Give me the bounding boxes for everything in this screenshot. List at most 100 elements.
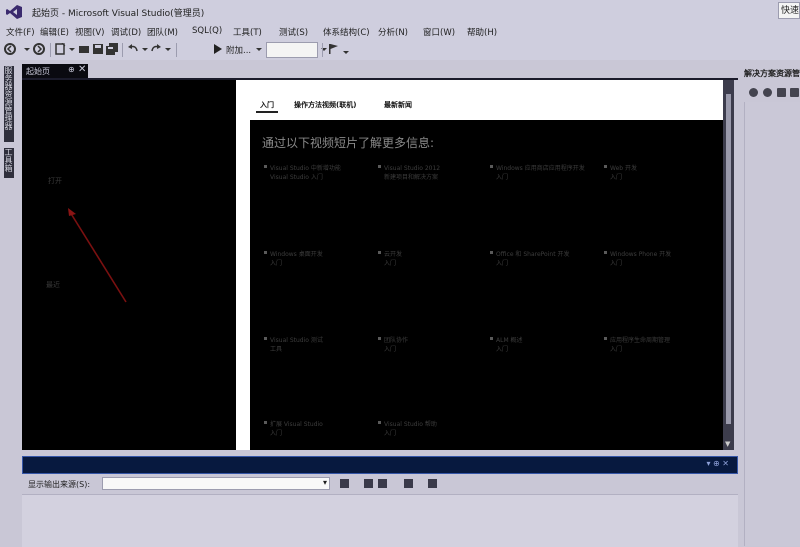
video-subtitle: 入门 <box>496 174 509 181</box>
video-title: Windows 桌面开发 <box>270 251 323 258</box>
video-link[interactable]: ALM 概述 入门 <box>490 336 523 354</box>
menu-tools[interactable]: 工具(T) <box>233 26 262 38</box>
menu-debug[interactable]: 调试(D) <box>111 26 141 38</box>
attach-button[interactable]: 附加... <box>226 44 251 56</box>
menu-help[interactable]: 帮助(H) <box>467 26 497 38</box>
tab-how-to-videos[interactable]: 操作方法视频(联机) <box>294 100 356 110</box>
video-link[interactable]: Visual Studio 测试 工具 <box>264 336 323 354</box>
back-dropdown-icon[interactable] <box>21 43 33 55</box>
video-title: Visual Studio 帮助 <box>384 421 437 428</box>
menu-edit[interactable]: 编辑(E) <box>40 26 69 38</box>
start-page-content: 入门 操作方法视频(联机) 最新新闻 通过以下视频短片了解更多信息: Visua… <box>236 80 723 450</box>
go-to-next-icon[interactable] <box>378 479 387 488</box>
video-subtitle: 入门 <box>270 430 283 437</box>
open-project-link[interactable]: 打开 <box>48 176 62 186</box>
video-link[interactable]: Windows 桌面开发 入门 <box>264 250 323 268</box>
video-link[interactable]: Windows Phone 开发 入门 <box>604 250 671 268</box>
video-title: 应用程序生命周期管理 <box>610 337 671 344</box>
redo-dropdown-icon[interactable] <box>162 43 174 55</box>
toolbar-separator <box>176 43 177 57</box>
video-subtitle: 入门 <box>384 260 397 267</box>
go-to-previous-icon[interactable] <box>364 479 373 488</box>
new-project-dropdown-icon[interactable] <box>66 43 78 55</box>
server-explorer-tab[interactable]: 服务器资源管理器 <box>4 66 14 142</box>
videos-section: 通过以下视频短片了解更多信息: Visual Studio 中新增功能 Visua… <box>250 120 723 450</box>
video-icon <box>264 165 267 168</box>
menu-view[interactable]: 视图(V) <box>75 26 104 38</box>
word-wrap-icon[interactable] <box>428 479 437 488</box>
video-title: ALM 概述 <box>496 337 523 344</box>
start-page: 打开 最近 入门 操作方法视频(联机) 最新新闻 通过以下视频短片了解更多信息:… <box>22 80 734 450</box>
scroll-down-icon[interactable]: ▼ <box>725 440 730 448</box>
start-page-left-panel: 打开 最近 <box>22 80 236 450</box>
standard-toolbar: 附加... <box>0 40 800 60</box>
title-bar: 起始页 - Microsoft Visual Studio(管理员) 快速 <box>0 0 800 24</box>
open-file-icon[interactable] <box>78 43 90 55</box>
video-link[interactable]: Web 开发 入门 <box>604 164 637 182</box>
home-icon[interactable] <box>777 88 786 97</box>
video-link[interactable]: 云开发 入门 <box>378 250 402 268</box>
video-title: Office 和 SharePoint 开发 <box>496 251 570 258</box>
back-icon[interactable] <box>4 43 16 55</box>
quick-launch-input[interactable]: 快速 <box>778 2 800 19</box>
menu-team[interactable]: 团队(M) <box>147 26 178 38</box>
back-icon[interactable] <box>749 88 758 97</box>
video-subtitle: Visual Studio 入门 <box>270 174 323 181</box>
solution-explorer-tree[interactable] <box>744 102 800 546</box>
menu-window[interactable]: 窗口(W) <box>423 26 455 38</box>
solution-configuration-select[interactable] <box>266 42 318 58</box>
window-title: 起始页 - Microsoft Visual Studio(管理员) <box>32 9 205 19</box>
menu-architecture[interactable]: 体系结构(C) <box>323 26 370 38</box>
output-source-select[interactable]: ▾ <box>102 477 330 490</box>
output-text-area[interactable] <box>22 494 738 547</box>
video-link[interactable]: 扩展 Visual Studio 入门 <box>264 420 323 438</box>
video-link[interactable]: 团队协作 入门 <box>378 336 408 354</box>
video-subtitle: 新建项目和解决方案 <box>384 174 439 181</box>
menu-bar: 文件(F) 编辑(E) 视图(V) 调试(D) 团队(M) SQL(Q) 工具(… <box>0 24 800 40</box>
annotation-arrow <box>68 208 127 303</box>
toolbar-options-icon[interactable] <box>340 46 352 58</box>
video-link[interactable]: Visual Studio 2012 新建项目和解决方案 <box>378 164 440 182</box>
find-flag-icon[interactable] <box>328 43 340 55</box>
video-link[interactable]: Windows 应用商店应用程序开发 入门 <box>490 164 585 182</box>
new-project-icon[interactable] <box>54 43 66 55</box>
output-panel-window-controls[interactable]: ▾ ⊕ ✕ <box>706 459 729 468</box>
active-tab-indicator <box>256 111 278 113</box>
close-icon[interactable]: ✕ <box>78 64 86 75</box>
video-icon <box>378 337 381 340</box>
video-title: Windows 应用商店应用程序开发 <box>496 165 585 172</box>
video-link[interactable]: 应用程序生命周期管理 入门 <box>604 336 671 354</box>
undo-icon[interactable] <box>127 43 139 55</box>
menu-analyze[interactable]: 分析(N) <box>378 26 408 38</box>
pin-icon[interactable]: ⊕ <box>68 65 75 74</box>
video-link[interactable]: Visual Studio 中新增功能 Visual Studio 入门 <box>264 164 341 182</box>
video-icon <box>264 337 267 340</box>
menu-test[interactable]: 测试(S) <box>279 26 308 38</box>
tab-start-page[interactable]: 起始页 ⊕ ✕ <box>22 64 88 78</box>
video-icon <box>264 421 267 424</box>
save-all-icon[interactable] <box>106 43 118 55</box>
attach-dropdown-icon[interactable] <box>253 43 265 55</box>
clear-all-icon[interactable] <box>404 479 413 488</box>
sync-icon[interactable] <box>790 88 799 97</box>
tab-get-started[interactable]: 入门 <box>260 100 274 110</box>
save-icon[interactable] <box>92 43 104 55</box>
video-icon <box>604 337 607 340</box>
toolbox-tab[interactable]: 工具箱 <box>4 148 14 178</box>
tab-latest-news[interactable]: 最新新闻 <box>384 100 412 110</box>
forward-icon[interactable] <box>763 88 772 97</box>
video-link[interactable]: Visual Studio 帮助 入门 <box>378 420 437 438</box>
menu-file[interactable]: 文件(F) <box>6 26 35 38</box>
output-toolbar: 显示输出来源(S): ▾ <box>22 474 738 494</box>
video-link[interactable]: Office 和 SharePoint 开发 入门 <box>490 250 570 268</box>
video-subtitle: 入门 <box>496 346 509 353</box>
start-page-scrollbar[interactable]: ▼ <box>723 80 734 450</box>
forward-icon[interactable] <box>33 43 45 55</box>
scrollbar-thumb[interactable] <box>726 94 731 424</box>
redo-icon[interactable] <box>150 43 162 55</box>
start-debugging-icon[interactable] <box>212 43 224 55</box>
menu-sql[interactable]: SQL(Q) <box>192 26 222 36</box>
find-message-icon[interactable] <box>340 479 349 488</box>
video-icon <box>604 251 607 254</box>
video-title: Web 开发 <box>610 165 637 172</box>
